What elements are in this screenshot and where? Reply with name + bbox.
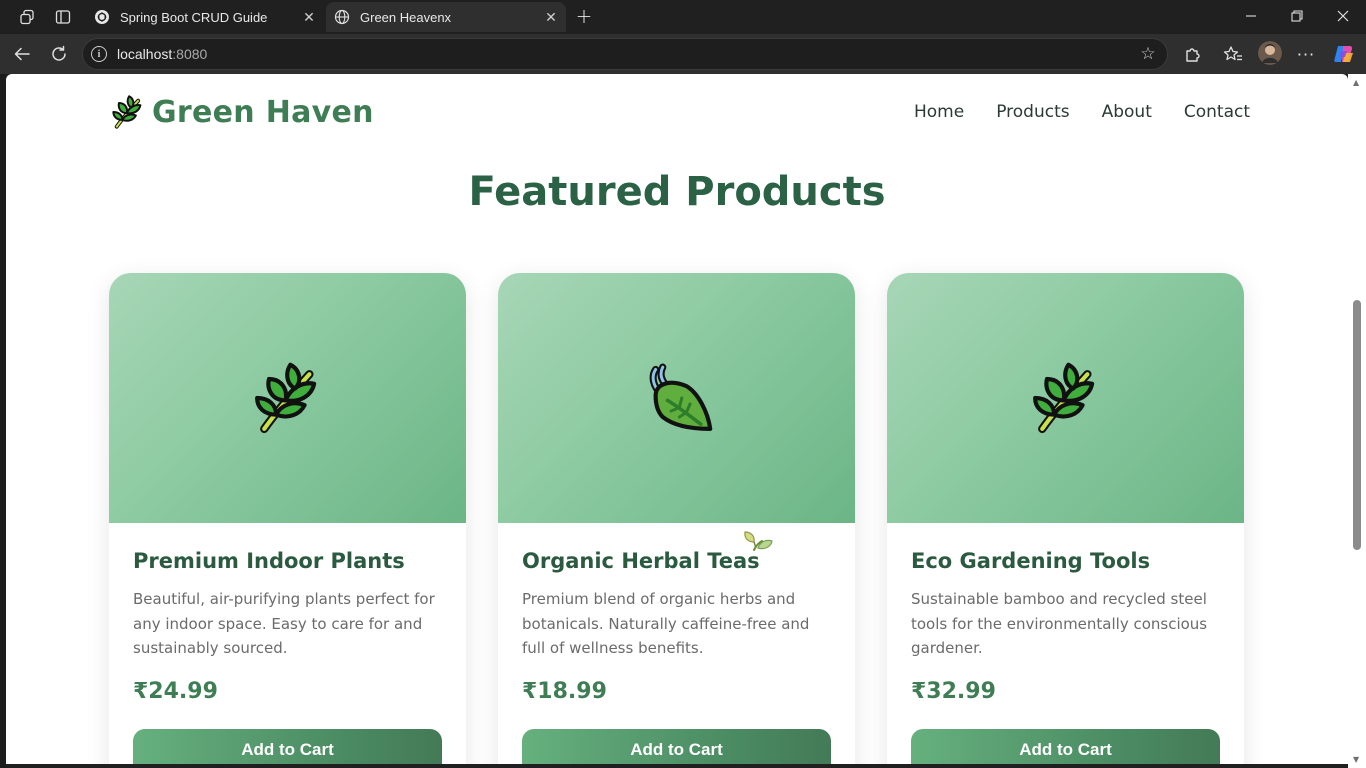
product-image <box>887 273 1244 523</box>
copilot-icon[interactable] <box>1332 42 1356 66</box>
close-window-icon[interactable] <box>1330 4 1356 28</box>
page-viewport: Green Haven Home Products About Contact … <box>6 74 1348 764</box>
product-price: ₹24.99 <box>133 679 218 704</box>
close-icon[interactable]: ✕ <box>540 6 562 28</box>
refresh-icon[interactable] <box>47 43 71 65</box>
restore-icon[interactable] <box>1284 4 1310 28</box>
sprout-icon <box>744 531 773 551</box>
site-header: Green Haven Home Products About Contact <box>6 74 1348 154</box>
product-description: Premium blend of organic herbs and botan… <box>522 590 810 657</box>
url-port: :8080 <box>172 46 208 62</box>
browser-tab-bar: Spring Boot CRUD Guide ✕ Green Heavenx ✕… <box>0 0 1366 34</box>
globe-icon <box>334 9 350 25</box>
page-scrollbar[interactable]: ▲ ▼ <box>1348 74 1366 768</box>
product-description: Beautiful, air-purifying plants perfect … <box>133 590 435 657</box>
close-icon[interactable]: ✕ <box>298 6 320 28</box>
product-title: Organic Herbal Teas <box>522 549 760 573</box>
url-text: localhost:8080 <box>117 46 207 62</box>
vertical-tabs-icon[interactable] <box>52 6 74 28</box>
product-image <box>109 273 466 523</box>
url-host: localhost <box>117 46 173 62</box>
product-card: Premium Indoor Plants Beautiful, air-pur… <box>109 273 466 764</box>
favorite-star-icon[interactable]: ☆ <box>1137 43 1159 65</box>
nav-contact[interactable]: Contact <box>1184 102 1250 122</box>
minimize-icon[interactable] <box>1238 4 1264 28</box>
browser-toolbar: i localhost:8080 ☆ ··· <box>0 34 1366 74</box>
more-options-icon[interactable]: ··· <box>1295 43 1317 65</box>
scroll-up-arrow-icon[interactable]: ▲ <box>1353 78 1359 87</box>
nav-about[interactable]: About <box>1102 102 1152 122</box>
brand-name: Green Haven <box>152 94 374 130</box>
product-title: Premium Indoor Plants <box>133 549 405 573</box>
add-to-cart-button[interactable]: Add to Cart <box>911 729 1220 764</box>
new-tab-icon[interactable]: + <box>572 4 596 28</box>
product-card: Organic Herbal Teas Premium blend of org… <box>498 273 855 764</box>
tab-title: Spring Boot CRUD Guide <box>120 9 268 25</box>
tab-title: Green Heavenx <box>360 9 452 25</box>
favorites-icon[interactable] <box>1222 43 1244 65</box>
address-bar[interactable]: i localhost:8080 ☆ <box>82 38 1168 70</box>
avatar[interactable] <box>1258 41 1282 65</box>
main-nav: Home Products About Contact <box>914 102 1250 122</box>
scrollbar-thumb[interactable] <box>1353 300 1361 550</box>
herb-icon <box>254 362 316 434</box>
add-to-cart-button[interactable]: Add to Cart <box>133 729 442 764</box>
product-card: Eco Gardening Tools Sustainable bamboo a… <box>887 273 1244 764</box>
nav-products[interactable]: Products <box>996 102 1069 122</box>
tab-spring-boot-crud-guide[interactable]: Spring Boot CRUD Guide ✕ <box>86 2 324 32</box>
site-info-icon[interactable]: i <box>91 46 107 62</box>
scroll-down-arrow-icon[interactable]: ▼ <box>1353 755 1359 764</box>
extensions-icon[interactable] <box>1182 43 1204 65</box>
nav-home[interactable]: Home <box>914 102 964 122</box>
product-description: Sustainable bamboo and recycled steel to… <box>911 590 1208 657</box>
product-price: ₹18.99 <box>522 679 607 704</box>
openai-icon <box>94 9 110 25</box>
workspaces-icon[interactable] <box>16 6 38 28</box>
product-price: ₹32.99 <box>911 679 996 704</box>
herb-icon <box>112 95 142 129</box>
tab-green-heavenx[interactable]: Green Heavenx ✕ <box>326 2 566 32</box>
product-image <box>498 273 855 523</box>
leaf-wind-icon <box>649 363 712 431</box>
back-icon[interactable] <box>10 43 34 65</box>
site-logo[interactable]: Green Haven <box>110 94 374 130</box>
section-title: Featured Products <box>468 169 886 215</box>
herb-icon <box>1032 362 1094 434</box>
add-to-cart-button[interactable]: Add to Cart <box>522 729 831 764</box>
product-title: Eco Gardening Tools <box>911 549 1151 573</box>
